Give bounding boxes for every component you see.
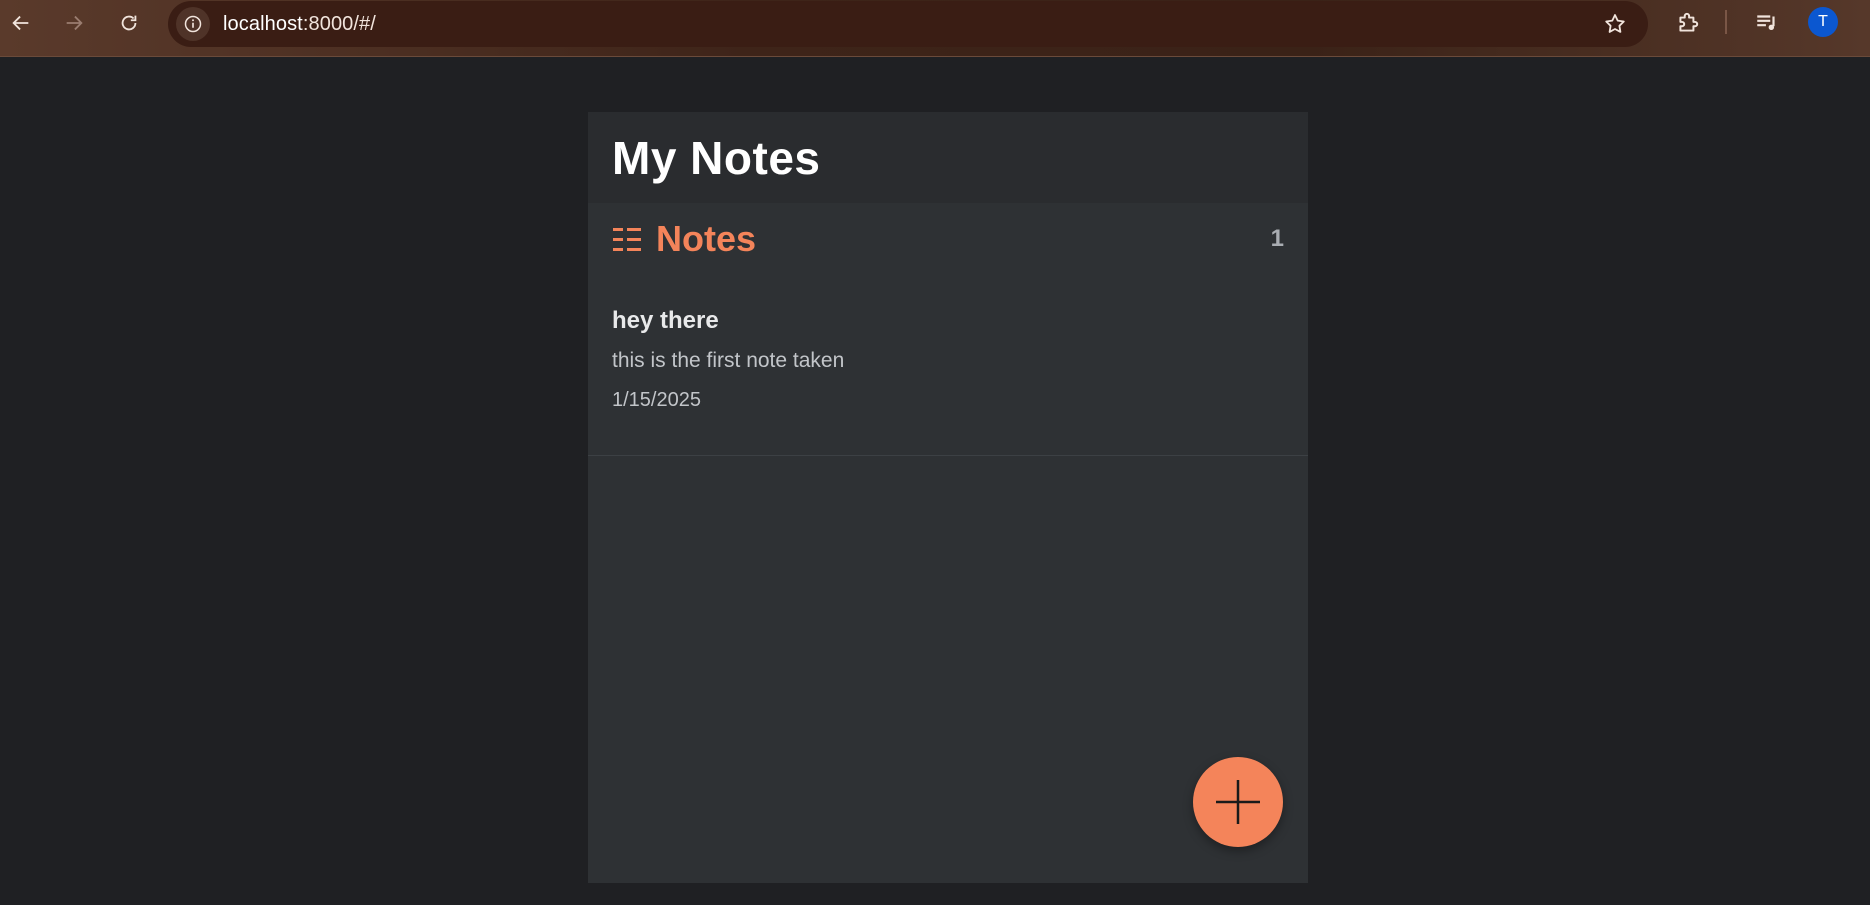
arrow-right-icon <box>66 15 83 31</box>
reload-button[interactable] <box>112 6 146 40</box>
notes-count-badge: 1 <box>1270 225 1284 252</box>
notes-section-header: Notes 1 <box>588 203 1308 275</box>
media-controls-button[interactable] <box>1752 8 1782 38</box>
url-path: :8000/#/ <box>302 13 376 35</box>
add-note-button[interactable] <box>1193 757 1283 847</box>
page-title: My Notes <box>612 131 821 184</box>
note-body: this is the first note taken <box>612 349 845 372</box>
url-text[interactable]: localhost:8000/#/ <box>223 13 376 36</box>
address-bar[interactable]: localhost:8000/#/ <box>168 1 1648 47</box>
note-date: 1/15/2025 <box>612 389 701 411</box>
reload-icon <box>121 15 137 31</box>
section-title: Notes <box>656 218 757 259</box>
media-queue-icon <box>1757 15 1775 31</box>
note-item[interactable]: hey there this is the first note taken 1… <box>588 275 1308 456</box>
arrow-left-icon <box>12 15 29 31</box>
back-button[interactable] <box>4 6 38 40</box>
app-header: My Notes <box>588 112 1308 203</box>
info-icon <box>184 15 202 33</box>
notes-app: My Notes Notes 1 hey there this is the f… <box>588 112 1308 883</box>
url-host: localhost <box>223 13 303 35</box>
toolbar-divider <box>1725 10 1727 34</box>
forward-button[interactable] <box>57 6 91 40</box>
profile-avatar[interactable]: T <box>1808 7 1838 37</box>
bookmark-button[interactable] <box>1602 11 1628 37</box>
puzzle-icon <box>1679 12 1699 32</box>
plus-icon <box>1216 780 1260 824</box>
list-icon <box>613 228 641 251</box>
extensions-button[interactable] <box>1673 8 1703 38</box>
site-info-button[interactable] <box>176 7 210 41</box>
browser-toolbar: localhost:8000/#/ T <box>0 0 1870 57</box>
note-title: hey there <box>612 307 719 334</box>
star-icon <box>1605 14 1625 33</box>
